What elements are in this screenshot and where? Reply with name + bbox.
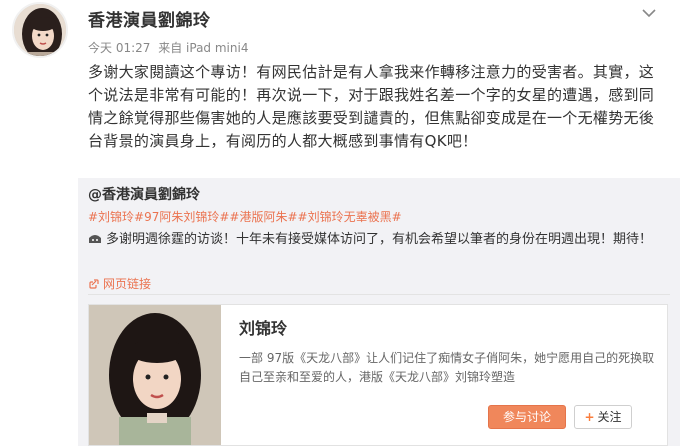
repost-box: @香港演員劉錦玲 #刘锦玲#97阿朱刘锦玲##港版阿朱##刘锦玲无辜被黑# 多谢… xyxy=(78,178,680,446)
post-text: 多谢大家閱讀这个專访！有网民估計是有人拿我来作轉移注意力的受害者。其實，这个说法… xyxy=(88,63,655,150)
topic-card-desc: 一部 97版《天龙八部》让人们记住了痴情女子俏阿朱，她宁愿用自己的死换取自己至亲… xyxy=(239,351,655,384)
post-time[interactable]: 今天 01:27 xyxy=(88,41,150,55)
author-avatar[interactable] xyxy=(12,2,68,58)
topic-card[interactable]: 刘锦玲 一部 97版《天龙八部》让人们记住了痴情女子俏阿朱，她宁愿用自己的死换取… xyxy=(88,304,668,446)
chevron-down-icon[interactable] xyxy=(642,8,656,18)
follow-button[interactable]: + 关注 xyxy=(574,405,632,429)
repost-text-row: 多谢明週徐霆的访谈！十年未有接受媒体访问了，有机会希望以筆者的身份在明週出現！期… xyxy=(88,230,673,250)
post-meta: 今天 01:27 来自 iPad mini4 xyxy=(88,39,252,56)
author-name[interactable]: 香港演員劉錦玲 xyxy=(88,6,211,31)
divider xyxy=(88,294,670,295)
repost-text: 多谢明週徐霆的访谈！十年未有接受媒体访问了，有机会希望以筆者的身份在明週出現！期… xyxy=(106,232,653,247)
web-link-label: 网页链接 xyxy=(103,277,152,291)
post-source: 来自 iPad mini4 xyxy=(158,41,249,55)
plus-icon: + xyxy=(584,410,595,424)
emoji-icon xyxy=(89,235,101,243)
join-discussion-button[interactable]: 参与讨论 xyxy=(488,405,566,429)
web-link[interactable]: 网页链接 xyxy=(88,275,151,292)
topic-card-image[interactable] xyxy=(89,305,221,445)
topic-card-title[interactable]: 刘锦玲 xyxy=(239,315,287,339)
link-icon xyxy=(89,279,99,289)
follow-label: 关注 xyxy=(597,410,622,424)
weibo-post: 香港演員劉錦玲 今天 01:27 来自 iPad mini4 多谢大家閱讀这个專… xyxy=(0,0,680,446)
repost-user[interactable]: @香港演員劉錦玲 xyxy=(88,184,200,204)
repost-tags[interactable]: #刘锦玲#97阿朱刘锦玲##港版阿朱##刘锦玲无辜被黑# xyxy=(88,208,402,225)
